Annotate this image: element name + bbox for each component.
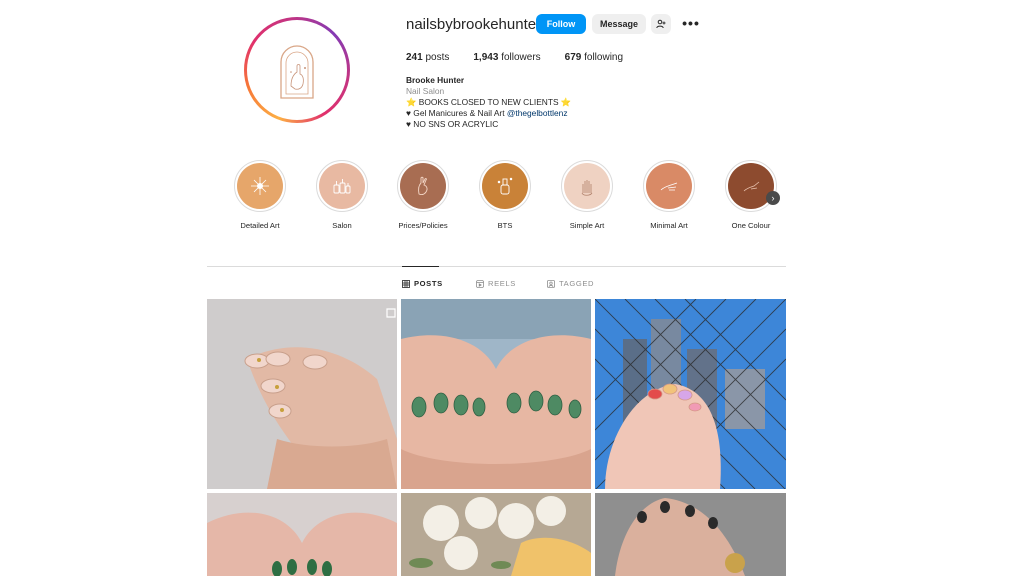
nail-photo-image xyxy=(207,299,397,489)
tab-label: REELS xyxy=(488,279,516,288)
highlight-minimal-art[interactable]: Minimal Art xyxy=(637,160,701,230)
post-thumbnail[interactable] xyxy=(207,493,397,576)
tab-reels[interactable]: REELS xyxy=(476,279,516,288)
highlight-ring xyxy=(316,160,368,212)
highlight-ring xyxy=(234,160,286,212)
reels-icon xyxy=(476,279,484,288)
highlight-ring xyxy=(643,160,695,212)
highlight-label: Simple Art xyxy=(569,221,605,230)
following-stat[interactable]: 679 following xyxy=(565,52,623,63)
bio-line-2: ♥ Gel Manicures & Nail Art @thegelbottle… xyxy=(406,108,571,119)
followers-stat[interactable]: 1,943 followers xyxy=(473,52,540,63)
reaching-hand-icon xyxy=(646,163,692,209)
post-thumbnail[interactable] xyxy=(207,299,397,489)
more-options-icon: ••• xyxy=(682,15,700,31)
bio-category: Nail Salon xyxy=(406,86,445,96)
polish-bottle-icon xyxy=(482,163,528,209)
nail-polish-bottles-icon xyxy=(319,163,365,209)
tab-tagged[interactable]: TAGGED xyxy=(547,279,594,288)
hand-icon xyxy=(400,163,446,209)
tagged-icon xyxy=(547,279,555,288)
nail-photo-image xyxy=(401,493,591,576)
nail-photo-image xyxy=(595,299,786,489)
tab-label: POSTS xyxy=(414,279,443,288)
grid-icon xyxy=(402,279,410,288)
highlight-simple-art[interactable]: Simple Art xyxy=(555,160,619,230)
post-thumbnail[interactable] xyxy=(401,493,591,576)
highlight-bts[interactable]: BTS xyxy=(473,160,537,230)
following-count: 679 xyxy=(564,52,582,63)
posts-count: 241 xyxy=(406,52,423,63)
profile-bio: Brooke Hunter Nail Salon ⭐ BOOKS CLOSED … xyxy=(406,75,571,130)
highlight-label: BTS xyxy=(497,221,513,230)
following-label: following xyxy=(584,52,624,63)
profile-username: nailsbybrookehunter xyxy=(406,16,542,33)
highlight-label: Detailed Art xyxy=(240,221,280,230)
message-button[interactable]: Message xyxy=(592,14,646,34)
tabs-divider xyxy=(207,266,786,267)
highlight-salon[interactable]: Salon xyxy=(310,160,374,230)
followers-label: followers xyxy=(501,52,541,63)
post-thumbnail[interactable] xyxy=(595,493,786,576)
profile-avatar[interactable] xyxy=(244,17,350,123)
highlight-label: Prices/Policies xyxy=(398,221,448,230)
bio-line-2-text: ♥ Gel Manicures & Nail Art xyxy=(406,108,507,118)
suggest-accounts-button[interactable] xyxy=(651,14,671,34)
highlights-next-button[interactable]: › xyxy=(766,191,780,205)
followers-count: 1,943 xyxy=(473,52,499,63)
add-person-icon xyxy=(656,19,666,29)
highlight-ring xyxy=(561,160,613,212)
bio-mention-link[interactable]: @thegelbottlenz xyxy=(507,108,568,118)
bio-line-3: ♥ NO SNS OR ACRYLIC xyxy=(406,119,499,129)
avatar-logo xyxy=(251,24,343,116)
highlight-label: Minimal Art xyxy=(650,221,688,230)
highlight-label: Salon xyxy=(332,221,352,230)
posts-stat: 241 posts xyxy=(406,52,449,63)
avatar-border xyxy=(247,20,347,120)
nail-photo-image xyxy=(207,493,397,576)
story-highlights: Detailed Art Salon Prices/Policies BTS S… xyxy=(228,160,788,240)
tab-posts[interactable]: POSTS xyxy=(402,279,443,288)
more-options-button[interactable]: ••• xyxy=(680,13,702,33)
nail-photo-image xyxy=(401,299,591,489)
post-thumbnail[interactable] xyxy=(595,299,786,489)
nail-photo-image xyxy=(595,493,786,576)
salon-logo-icon xyxy=(280,45,314,99)
highlight-label: One Colour xyxy=(731,221,771,230)
profile-stats: 241 posts 1,943 followers 679 following xyxy=(406,52,623,63)
highlight-ring xyxy=(397,160,449,212)
tab-label: TAGGED xyxy=(559,279,595,288)
active-tab-indicator xyxy=(402,266,439,267)
bio-name: Brooke Hunter xyxy=(406,75,465,85)
posts-label: posts xyxy=(425,52,450,63)
bio-line-1: ⭐ BOOKS CLOSED TO NEW CLIENTS ⭐ xyxy=(406,97,572,107)
post-thumbnail[interactable] xyxy=(401,299,591,489)
follow-button[interactable]: Follow xyxy=(536,14,586,34)
highlight-detailed-art[interactable]: Detailed Art xyxy=(228,160,292,230)
sparkle-icon xyxy=(237,163,283,209)
raised-hand-icon xyxy=(564,163,610,209)
highlight-prices-policies[interactable]: Prices/Policies xyxy=(391,160,455,230)
chevron-right-icon: › xyxy=(771,193,775,203)
highlight-ring xyxy=(479,160,531,212)
